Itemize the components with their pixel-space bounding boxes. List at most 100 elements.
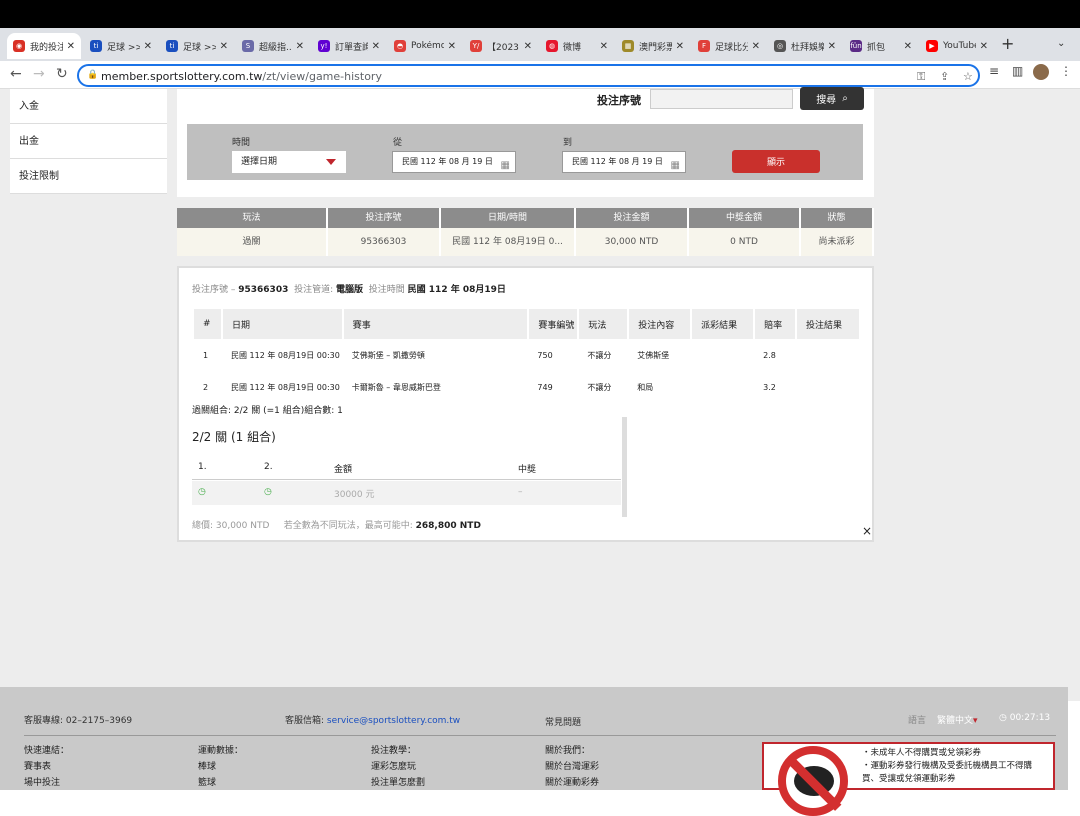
tab-close-icon[interactable]: ✕ (600, 41, 608, 52)
meta-time-label: 投注時間 (368, 285, 405, 295)
back-arrow-icon[interactable]: ← (10, 66, 22, 82)
match-cell: 2 (203, 382, 209, 392)
tab-search-chevron-icon[interactable]: ⌄ (1057, 38, 1065, 49)
footer-link[interactable]: 籃球 (198, 775, 243, 791)
browser-tab[interactable]: ◉ 我的投注 ✕ (7, 33, 81, 59)
sidebar-item-bet-limit[interactable]: 投注限制 (10, 159, 167, 194)
tab-favicon-icon: S (242, 40, 254, 52)
sidebar-item-deposit[interactable]: 入金 (10, 89, 167, 124)
bet-detail-panel: 投注序號 – 95366303 投注管道: 電腦版 投注時間 民國 112 年 … (177, 266, 874, 542)
key-icon[interactable]: ⚿ (917, 70, 925, 84)
reading-list-icon[interactable]: ≡ (989, 64, 999, 78)
lang-select[interactable]: 繁體中文▾ (937, 713, 978, 726)
calendar-icon[interactable]: ▦ (501, 156, 510, 176)
match-cell: 和局 (637, 382, 654, 392)
date-range-select[interactable]: 選擇日期 (232, 151, 346, 173)
tab-close-icon[interactable]: ✕ (220, 41, 228, 52)
footer-link[interactable]: 關於台灣運彩 (545, 759, 599, 775)
summary-row[interactable]: 過關 95366303 民國 112 年 08月19日 0... 30,000 … (177, 228, 874, 256)
time-label: 時間 (232, 138, 251, 148)
mail-link[interactable]: service@sportslottery.com.tw (327, 716, 460, 726)
tab-close-icon[interactable]: ✕ (524, 41, 532, 52)
footer-link[interactable]: 運彩怎麼玩 (371, 759, 425, 775)
calendar-icon[interactable]: ▦ (671, 156, 680, 176)
match-header-cell: 投注內容 (628, 309, 693, 339)
bet-summary-table: 玩法 投注序號 日期/時間 投注金額 中獎金額 狀態 過關 95366303 民… (177, 208, 874, 256)
total-line: 總價: 30,000 NTD 若全數為不同玩法，最高可能中: 268,800 N… (192, 518, 481, 531)
footer-link[interactable]: 投注單怎麼劃 (371, 775, 425, 791)
tab-close-icon[interactable]: ✕ (980, 41, 988, 52)
url-field[interactable]: 🔒 member.sportslottery.com.tw/zt/view/ga… (77, 64, 980, 87)
from-date-field[interactable]: 民國 112 年 08 月 19 日 ▦ (392, 151, 516, 173)
browser-tab[interactable]: ◓ Pokémon ✕ (388, 33, 462, 59)
combo-header-cell: 中獎 (518, 465, 537, 475)
browser-tab[interactable]: S 超級指... ✕ (236, 33, 310, 59)
browser-tab[interactable]: fün 抓包 ✕ (844, 33, 918, 59)
tab-close-icon[interactable]: ✕ (828, 41, 836, 52)
combo-box: 2/2 關 (1 組合) 1. 2. 金額 中獎 ◷ ◷ 30000 元 – (192, 416, 628, 518)
meta-serial-label: 投注序號 – (192, 285, 236, 295)
summary-header-cell: 玩法 (177, 208, 328, 228)
browser-tab[interactable]: ti 足球 >> ✕ (84, 33, 158, 59)
browser-tab[interactable]: F 足球比分 ✕ (692, 33, 766, 59)
warning-text: ・未成年人不得購買或兌領彩券 ・運動彩券發行機構及受委託機構員工不得購 買、受讓… (862, 747, 1032, 786)
bookmark-star-icon[interactable]: ☆ (963, 70, 973, 83)
faq-link[interactable]: 常見問題 (545, 715, 581, 728)
meta-channel: 電腦版 (336, 285, 364, 295)
browser-tab[interactable]: y! 訂單查詢 ✕ (312, 33, 386, 59)
show-button[interactable]: 顯示 (732, 150, 820, 173)
tab-close-icon[interactable]: ✕ (904, 41, 912, 52)
tab-close-icon[interactable]: ✕ (752, 41, 760, 52)
serial-search-input[interactable] (650, 89, 793, 109)
tab-close-icon[interactable]: ✕ (448, 41, 456, 52)
no-minors-sign-icon (778, 746, 848, 816)
tab-favicon-icon: ti (166, 40, 178, 52)
tab-close-icon[interactable]: ✕ (372, 41, 380, 52)
browser-tab[interactable]: ▦ 澳門彩票 ✕ (616, 33, 690, 59)
close-icon[interactable]: × (862, 524, 872, 538)
match-row: 1 民國 112 年 08月19日 00:30 艾佛斯堡 – 凱撒勞頓 750 … (194, 339, 860, 371)
tab-title: 抓包 (867, 42, 886, 53)
mail-line: 客服信箱: service@sportslottery.com.tw (285, 713, 460, 726)
match-cell: 卡爾斯魯 – 韋恩威斯巴登 (351, 382, 441, 392)
search-button-label: 搜尋 (816, 95, 837, 106)
browser-tab[interactable]: ti 足球 >> ✕ (160, 33, 234, 59)
combo-scrollbar[interactable] (622, 417, 627, 517)
footer-link[interactable]: 棒球 (198, 759, 243, 775)
pending-clock-icon: ◷ (198, 487, 206, 497)
side-panel-icon[interactable]: ▥ (1012, 64, 1023, 78)
url-path: /zt/view/game-history (262, 70, 382, 83)
footer-link[interactable]: 賽事表 (24, 759, 69, 775)
reload-icon[interactable]: ↻ (56, 66, 68, 82)
browser-tab[interactable]: ◎ 杜拜娛樂 ✕ (768, 33, 842, 59)
new-tab-button[interactable]: + (1001, 34, 1014, 53)
footer-link[interactable]: 場中投注 (24, 775, 69, 791)
footer-link[interactable]: 關於運動彩券 (545, 775, 599, 791)
to-label: 到 (563, 138, 573, 148)
lock-icon: 🔒 (87, 70, 99, 80)
tab-close-icon[interactable]: ✕ (144, 41, 152, 52)
browser-tab[interactable]: ◍ 微博 ✕ (540, 33, 614, 59)
browser-tab[interactable]: ▶ YouTube ✕ (920, 33, 994, 59)
browser-tab[interactable]: Y/ 【2023 ✕ (464, 33, 538, 59)
footer-col-quick-links: 快速連結： 賽事表 場中投注 (24, 743, 69, 791)
tab-title: 杜拜娛樂 (791, 42, 824, 53)
clock-value: 00:27:13 (1009, 713, 1051, 723)
summary-cell: 95366303 (328, 228, 441, 256)
pending-clock-icon: ◷ (264, 487, 272, 497)
tab-close-icon[interactable]: ✕ (67, 41, 75, 52)
profile-avatar[interactable] (1033, 64, 1049, 80)
search-button[interactable]: 搜尋 ⌕ (800, 87, 864, 110)
tab-close-icon[interactable]: ✕ (676, 41, 684, 52)
os-top-bar (0, 0, 1080, 28)
browser-menu-icon[interactable]: ⋮ (1060, 64, 1072, 78)
lang-label: 語言 (908, 716, 927, 726)
tab-title: 微博 (563, 42, 582, 53)
warning-line: ・未成年人不得購買或兌領彩券 (862, 748, 982, 758)
share-icon[interactable]: ⇪ (940, 70, 949, 83)
tab-close-icon[interactable]: ✕ (296, 41, 304, 52)
forward-arrow-icon[interactable]: → (33, 66, 45, 82)
match-cell (796, 339, 860, 371)
to-date-field[interactable]: 民國 112 年 08 月 19 日 ▦ (562, 151, 686, 173)
sidebar-item-withdraw[interactable]: 出金 (10, 124, 167, 159)
